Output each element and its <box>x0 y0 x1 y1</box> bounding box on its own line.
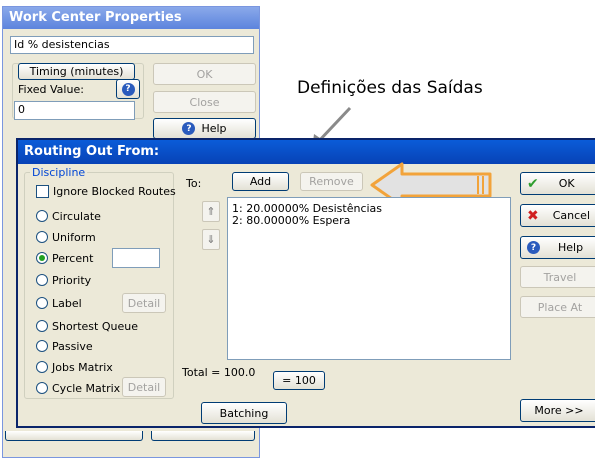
cancel-x-icon: ✖ <box>527 207 539 224</box>
radio-label[interactable] <box>36 297 48 309</box>
dialog-title: Routing Out From: <box>18 140 595 164</box>
fixed-value-field[interactable]: 0 <box>14 101 135 120</box>
close-button[interactable]: Close <box>153 91 256 113</box>
bottom-button-right[interactable] <box>151 431 255 441</box>
ok-button[interactable]: OK <box>153 63 256 85</box>
help-button[interactable]: ? Help <box>153 118 256 139</box>
set-100-button[interactable]: = 100 <box>273 371 325 390</box>
fixed-value-label: Fixed Value: <box>18 83 84 96</box>
label-cycle-matrix: Cycle Matrix <box>52 382 121 395</box>
help-label: Help <box>558 241 584 254</box>
label-passive: Passive <box>52 340 93 353</box>
label-detail-button[interactable]: Detail <box>122 293 166 313</box>
help-icon: ? <box>182 122 196 135</box>
radio-circulate[interactable] <box>36 210 48 222</box>
cycle-detail-button[interactable]: Detail <box>122 377 166 397</box>
help-button-small[interactable]: ? <box>116 79 140 99</box>
total-text: Total = 100.0 <box>182 366 256 379</box>
label-uniform: Uniform <box>52 231 96 244</box>
ignore-blocked-label: Ignore Blocked Routes <box>53 185 176 198</box>
ok-label: OK <box>558 177 575 190</box>
help-icon: ? <box>527 241 540 254</box>
list-item[interactable]: 2: 80.00000% Espera <box>232 215 350 227</box>
cancel-label: Cancel <box>552 209 590 222</box>
routing-out-dialog: Routing Out From: Discipline Ignore Bloc… <box>16 138 595 428</box>
batching-button[interactable]: Batching <box>201 402 287 424</box>
routes-list[interactable]: 1: 20.00000% Desistências 2: 80.00000% E… <box>227 197 511 360</box>
label-circulate: Circulate <box>52 210 101 223</box>
ok-button[interactable]: ✔ OK <box>520 172 595 195</box>
label-label: Label <box>52 297 82 310</box>
help-icon: ? <box>121 82 135 96</box>
to-label: To: <box>186 177 202 190</box>
label-percent: Percent <box>52 252 94 265</box>
check-icon: ✔ <box>527 175 539 192</box>
move-down-icon: ⇓ <box>206 233 216 246</box>
add-button[interactable]: Add <box>232 172 289 191</box>
radio-uniform[interactable] <box>36 231 48 243</box>
radio-percent[interactable] <box>36 252 48 264</box>
radio-jobs-matrix[interactable] <box>36 361 48 373</box>
ignore-blocked-checkbox[interactable] <box>36 185 49 198</box>
travel-button[interactable]: Travel <box>520 266 595 288</box>
label-jobs-matrix: Jobs Matrix <box>52 361 113 374</box>
move-up-icon: ⇑ <box>206 205 216 218</box>
remove-button[interactable]: Remove <box>300 172 363 191</box>
label-shortest-queue: Shortest Queue <box>52 320 138 333</box>
place-at-button[interactable]: Place At <box>520 296 595 318</box>
radio-priority[interactable] <box>36 274 48 286</box>
name-field[interactable]: Id % desistencias <box>10 36 254 54</box>
radio-passive[interactable] <box>36 340 48 352</box>
help-button[interactable]: ? Help <box>520 236 595 259</box>
move-down-button[interactable]: ⇓ <box>202 229 220 250</box>
callout-text: Definições das Saídas <box>297 78 483 98</box>
radio-shortest-queue[interactable] <box>36 320 48 332</box>
window-title: Work Center Properties <box>3 7 259 29</box>
cancel-button[interactable]: ✖ Cancel <box>520 204 595 227</box>
radio-cycle-matrix[interactable] <box>36 382 48 394</box>
discipline-legend: Discipline <box>30 166 88 179</box>
label-priority: Priority <box>52 274 92 287</box>
timing-button[interactable]: Timing (minutes) <box>18 63 135 80</box>
bottom-button-left[interactable] <box>5 431 143 441</box>
help-label: Help <box>201 122 227 135</box>
move-up-button[interactable]: ⇑ <box>202 201 220 222</box>
percent-field[interactable] <box>112 248 160 268</box>
more-button[interactable]: More >> <box>520 399 595 422</box>
